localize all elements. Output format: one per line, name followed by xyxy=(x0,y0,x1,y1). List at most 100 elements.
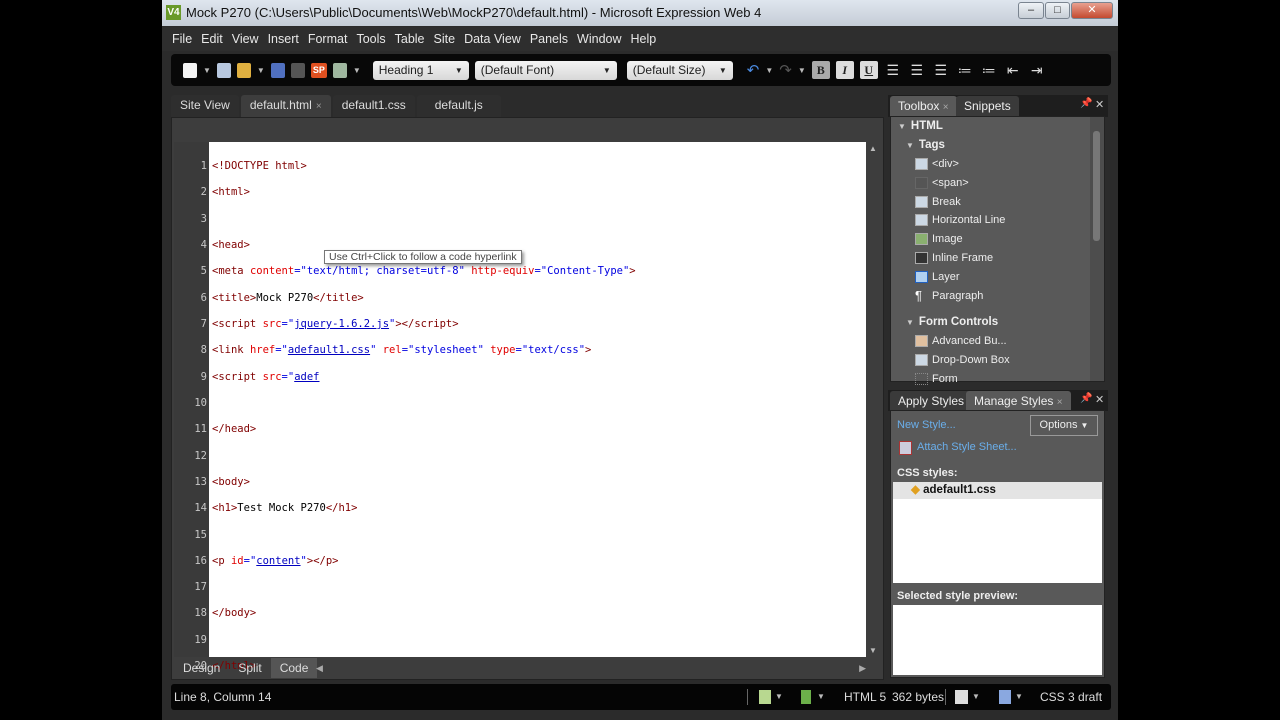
toolbox-item-advanced-button[interactable]: Advanced Bu... xyxy=(898,332,1104,351)
close-icon[interactable]: ✕ xyxy=(1095,393,1104,406)
decrease-indent-icon[interactable]: ⇤ xyxy=(1004,62,1022,79)
tab-toolbox[interactable]: Toolbox × xyxy=(890,96,957,116)
schema-icon[interactable] xyxy=(801,690,811,704)
toolbox-item-form[interactable]: Form xyxy=(898,369,1104,388)
toolbox-item-div[interactable]: <div> xyxy=(898,155,1104,174)
scroll-left-icon[interactable]: ◀ xyxy=(316,663,323,673)
menu-site[interactable]: Site xyxy=(432,32,463,46)
tab-default-js[interactable]: default.js xyxy=(416,95,501,117)
increase-indent-icon[interactable]: ⇥ xyxy=(1028,62,1046,79)
toolbox-item-span[interactable]: <span> xyxy=(898,173,1104,192)
menu-window[interactable]: Window xyxy=(575,32,628,46)
toolbox-item-inline-frame[interactable]: Inline Frame xyxy=(898,249,1104,268)
tab-snippets[interactable]: Snippets xyxy=(956,96,1019,116)
toolbox-item-break[interactable]: Break xyxy=(898,192,1104,211)
code-hyperlink[interactable]: content xyxy=(256,555,300,567)
tab-apply-styles[interactable]: Apply Styles xyxy=(890,391,973,411)
close-icon[interactable]: × xyxy=(316,101,322,112)
new-page-icon[interactable] xyxy=(183,62,197,78)
scroll-right-icon[interactable]: ▶ xyxy=(859,660,866,676)
vertical-scrollbar[interactable]: ▲ ▼ xyxy=(866,142,880,657)
tab-split[interactable]: Split xyxy=(229,658,270,678)
compatibility-icon[interactable] xyxy=(759,690,771,704)
bold-button[interactable]: B xyxy=(811,61,830,79)
save-icon[interactable] xyxy=(270,62,285,78)
horizontal-scrollbar[interactable]: ◀ ▶ xyxy=(316,660,866,676)
close-button[interactable]: ✕ xyxy=(1071,2,1113,19)
collapse-icon[interactable]: ▼ xyxy=(898,122,906,131)
italic-button[interactable]: I xyxy=(835,61,854,79)
numbered-list-icon[interactable]: ≔ xyxy=(956,62,974,79)
close-icon[interactable]: × xyxy=(1057,397,1063,408)
chevron-down-icon[interactable]: ▼ xyxy=(257,66,265,75)
code-hyperlink[interactable]: adef xyxy=(294,371,319,383)
group-tags[interactable]: ▼ Tags xyxy=(898,136,1104,155)
style-select[interactable]: Heading 1 ▼ xyxy=(372,60,469,80)
preview-icon[interactable] xyxy=(332,62,347,78)
maximize-button[interactable]: □ xyxy=(1045,2,1070,19)
tab-manage-styles[interactable]: Manage Styles × xyxy=(966,391,1071,411)
chevron-down-icon[interactable]: ▼ xyxy=(972,684,980,710)
toolbox-scrollbar[interactable] xyxy=(1090,117,1104,381)
close-icon[interactable]: ✕ xyxy=(1095,98,1104,111)
toolbox-item-layer[interactable]: Layer xyxy=(898,267,1104,286)
menu-data-view[interactable]: Data View xyxy=(462,32,528,46)
pin-icon[interactable]: 📌 xyxy=(1080,98,1092,109)
menu-format[interactable]: Format xyxy=(306,32,355,46)
undo-icon[interactable]: ↶ xyxy=(747,61,760,79)
toolbox-item-drop-down-box[interactable]: Drop-Down Box xyxy=(898,351,1104,370)
size-select[interactable]: (Default Size) ▼ xyxy=(626,60,733,80)
tab-design[interactable]: Design xyxy=(174,658,229,678)
css-version[interactable]: CSS 3 draft xyxy=(1040,684,1102,710)
doctype-label[interactable]: HTML 5 xyxy=(844,684,886,710)
minimize-button[interactable]: – xyxy=(1018,2,1044,19)
align-center-icon[interactable]: ☰ xyxy=(908,62,926,79)
new-style-link[interactable]: New Style... xyxy=(897,419,956,431)
chevron-down-icon[interactable]: ▼ xyxy=(353,66,361,75)
new-document-icon[interactable] xyxy=(216,62,231,78)
chevron-down-icon[interactable]: ▼ xyxy=(817,684,825,710)
code-hyperlink[interactable]: jquery-1.6.2.js xyxy=(294,318,389,330)
chevron-down-icon[interactable]: ▼ xyxy=(765,66,773,75)
collapse-icon[interactable]: ▼ xyxy=(906,141,914,150)
menu-table[interactable]: Table xyxy=(393,32,432,46)
toolbox-item-paragraph[interactable]: ¶ Paragraph xyxy=(898,286,1104,305)
chevron-down-icon[interactable]: ▼ xyxy=(1015,684,1023,710)
scroll-thumb[interactable] xyxy=(1093,131,1100,241)
menu-help[interactable]: Help xyxy=(629,32,664,46)
bullet-list-icon[interactable]: ≔ xyxy=(980,62,998,79)
tab-default1-css[interactable]: default1.css xyxy=(332,95,415,117)
menu-insert[interactable]: Insert xyxy=(266,32,306,46)
collapse-icon[interactable]: ▼ xyxy=(906,318,914,327)
toolbox-item-horizontal-line[interactable]: Horizontal Line xyxy=(898,211,1104,230)
menu-view[interactable]: View xyxy=(230,32,266,46)
tab-code[interactable]: Code xyxy=(270,658,318,678)
toolbox-item-image[interactable]: Image xyxy=(898,230,1104,249)
save-all-icon[interactable] xyxy=(290,62,305,78)
tab-site-view[interactable]: Site View xyxy=(171,95,239,117)
options-button[interactable]: Options ▼ xyxy=(1030,415,1098,436)
chevron-down-icon[interactable]: ▼ xyxy=(203,66,211,75)
sharepoint-icon[interactable]: SP xyxy=(310,62,327,78)
attach-style-sheet-link[interactable]: Attach Style Sheet... xyxy=(917,441,1017,453)
scroll-down-icon[interactable]: ▼ xyxy=(869,646,877,655)
group-html[interactable]: ▼ HTML xyxy=(898,117,1104,136)
chevron-down-icon[interactable]: ▼ xyxy=(775,684,783,710)
align-right-icon[interactable]: ☰ xyxy=(932,62,950,79)
font-select[interactable]: (Default Font) ▼ xyxy=(474,60,617,80)
visual-aids-icon[interactable] xyxy=(955,690,968,704)
css-schema-icon[interactable] xyxy=(999,690,1011,704)
align-left-icon[interactable]: ☰ xyxy=(884,62,902,79)
menu-file[interactable]: File xyxy=(170,32,199,46)
scroll-up-icon[interactable]: ▲ xyxy=(869,144,877,153)
underline-button[interactable]: U xyxy=(859,61,878,79)
stylesheet-item[interactable]: ◆ adefault1.css xyxy=(893,482,1102,499)
open-folder-icon[interactable] xyxy=(236,62,251,78)
chevron-down-icon[interactable]: ▼ xyxy=(798,66,806,75)
close-icon[interactable]: × xyxy=(943,102,949,113)
menu-tools[interactable]: Tools xyxy=(354,32,392,46)
tab-default-html[interactable]: default.html × xyxy=(240,95,331,117)
menu-edit[interactable]: Edit xyxy=(199,32,230,46)
group-form-controls[interactable]: ▼ Form Controls xyxy=(898,313,1104,332)
pin-icon[interactable]: 📌 xyxy=(1080,393,1092,404)
